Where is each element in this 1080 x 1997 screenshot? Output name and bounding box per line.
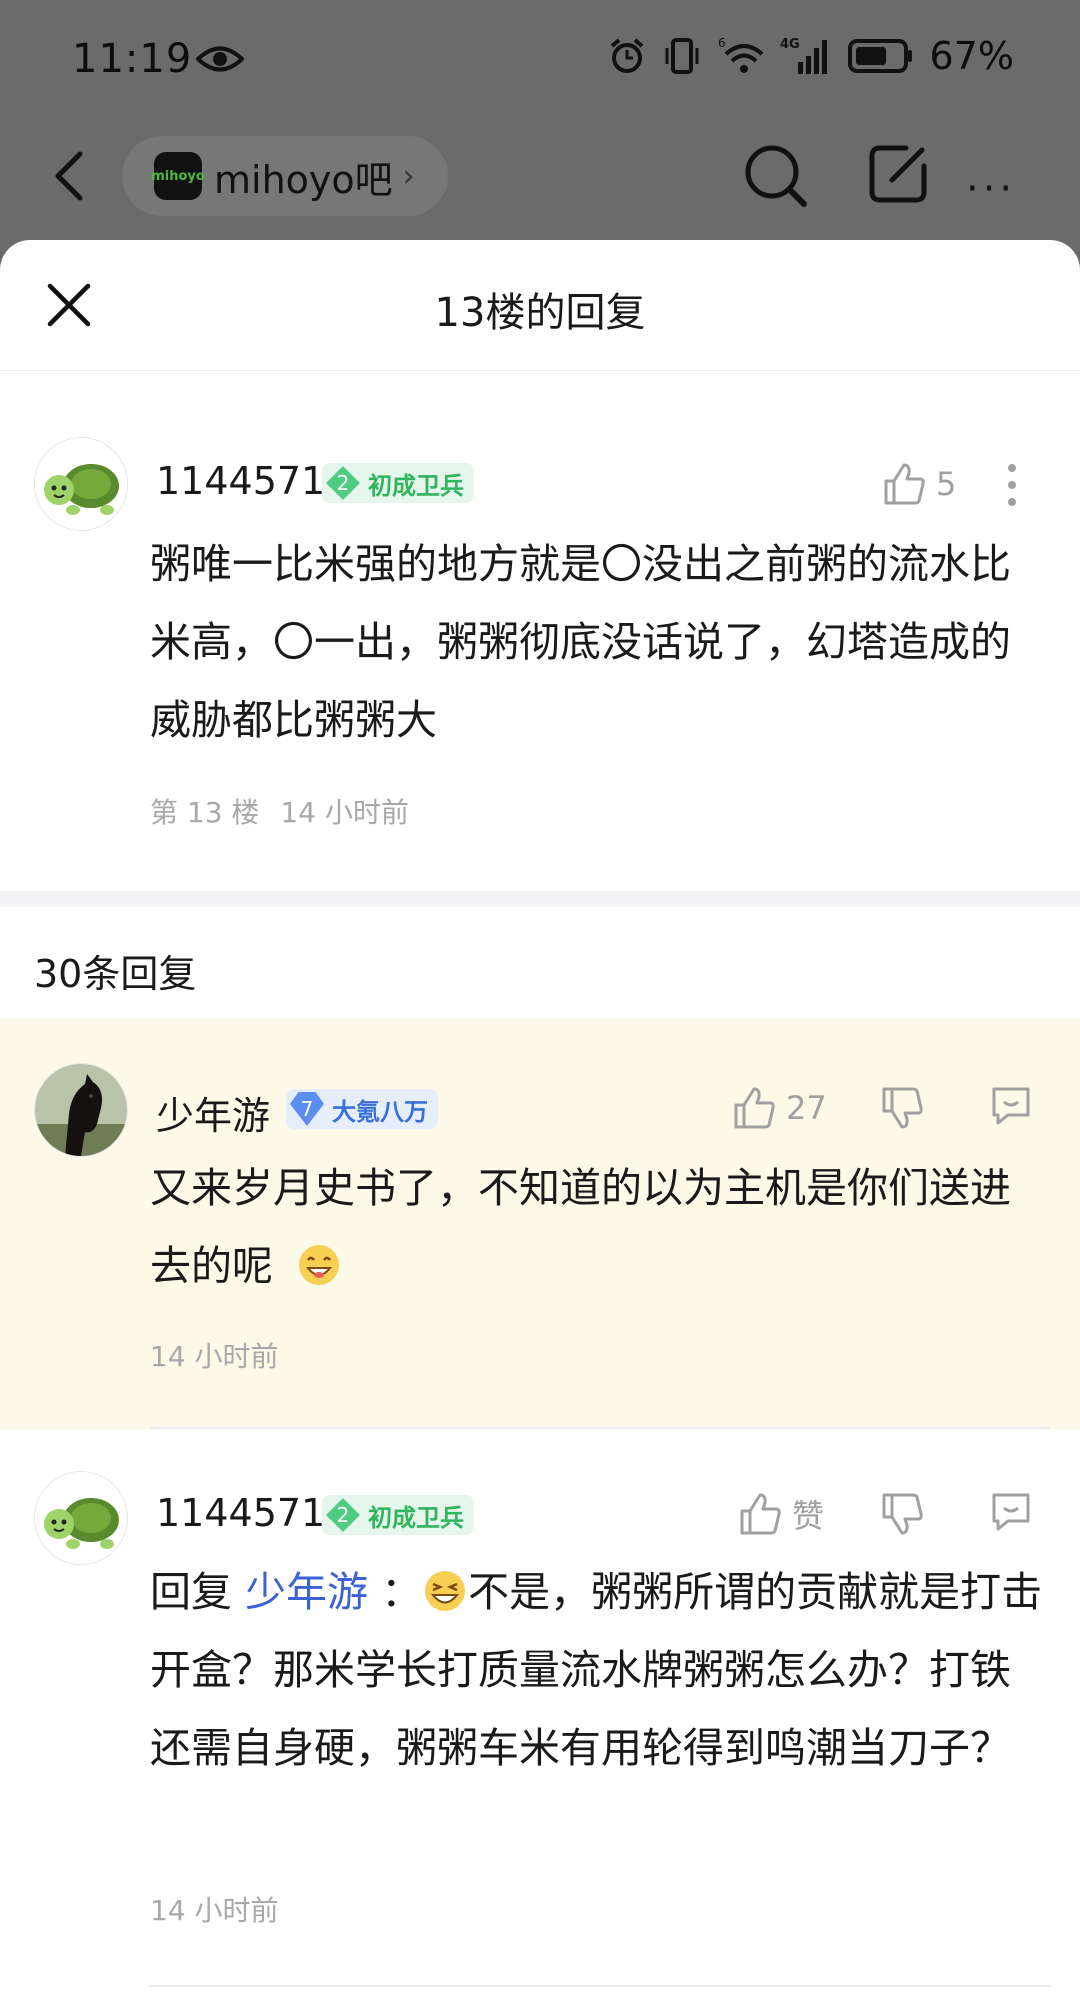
user-level-badge: 7 大氪八万: [286, 1089, 438, 1129]
turtle-avatar-icon: [35, 1472, 127, 1564]
thumbs-up-icon: [740, 1493, 781, 1535]
comment-time: 14 小时前: [280, 796, 409, 829]
thumbs-down-icon[interactable]: [880, 1491, 924, 1537]
reply-time: 14 小时前: [150, 1894, 279, 1927]
back-icon[interactable]: [42, 146, 102, 206]
badge-level: 7: [290, 1092, 324, 1126]
forum-link[interactable]: mihoyo mihoyo吧 ›: [122, 136, 448, 216]
avatar[interactable]: [34, 437, 128, 531]
eye-icon: [196, 46, 244, 72]
reply-colon: ：: [368, 1568, 423, 1616]
chevron-right-icon: ›: [402, 158, 415, 194]
thumbs-up-icon: [884, 463, 925, 505]
mention-link[interactable]: 少年游: [245, 1568, 368, 1616]
vibrate-icon: [665, 38, 699, 74]
main-comment: 1144571 2 初成卫兵 5 粥唯一比米强的地方就是〇没出之前粥的流水比米高…: [0, 371, 1080, 891]
thumbs-down-icon[interactable]: [880, 1085, 924, 1131]
comment-icon[interactable]: [988, 1083, 1034, 1129]
comment-username[interactable]: 1144571: [156, 459, 325, 503]
edit-icon[interactable]: [866, 142, 930, 206]
battery-percent: 67%: [929, 34, 1014, 78]
reply-prefix: 回复: [150, 1568, 246, 1616]
replies-sheet: 13楼的回复 1144571 2 初成卫兵 5 粥唯一比米强的地方就是〇没出之前…: [0, 240, 1080, 1997]
badge-title: 大氪八万: [332, 1097, 428, 1126]
more-icon[interactable]: ···: [966, 166, 1016, 212]
like-count: 27: [786, 1089, 827, 1127]
comment-icon[interactable]: [988, 1489, 1034, 1535]
alarm-icon: [610, 38, 643, 73]
sheet-title: 13楼的回复: [434, 290, 646, 336]
reply-count-row: 30条回复: [0, 907, 1080, 1019]
more-vertical-icon[interactable]: [1006, 463, 1018, 507]
top-nav: mihoyo mihoyo吧 › ···: [0, 126, 1080, 236]
reply-item: 1144571 2 初成卫兵 赞 回复 少年游 ： 不是，粥粥所谓的贡献就是打击…: [0, 1429, 1080, 1989]
like-button[interactable]: 5: [882, 461, 956, 507]
horse-avatar-icon: [35, 1064, 127, 1156]
reply-count: 30条回复: [34, 952, 197, 996]
sheet-header: 13楼的回复: [0, 240, 1080, 371]
reply-body: 又来岁月史书了，不知道的以为主机是你们送进去的呢: [150, 1164, 1011, 1290]
reply-text: 又来岁月史书了，不知道的以为主机是你们送进去的呢: [150, 1149, 1050, 1305]
signal-icon: 4G: [780, 37, 827, 74]
status-bar: 11:19 6 4G 67%: [0, 0, 1080, 120]
like-count: 5: [936, 465, 957, 503]
reply-text: 回复 少年游 ： 不是，粥粥所谓的贡献就是打击开盒？那米学长打质量流水牌粥粥怎么…: [150, 1553, 1050, 1787]
badge-level: 2: [326, 466, 360, 500]
like-label: 赞: [792, 1497, 825, 1535]
badge-level: 2: [326, 1498, 360, 1532]
user-level-badge: 2 初成卫兵: [322, 1495, 474, 1535]
reply-username[interactable]: 1144571: [156, 1491, 325, 1535]
status-time: 11:19: [72, 36, 193, 82]
badge-title: 初成卫兵: [368, 1503, 464, 1532]
turtle-avatar-icon: [35, 438, 127, 530]
forum-logo: mihoyo: [151, 152, 205, 200]
forum-name: mihoyo吧: [214, 157, 393, 202]
status-icons: 6 4G 67%: [608, 34, 1014, 78]
floor-number: 第 13 楼: [150, 796, 260, 829]
user-level-badge: 2 初成卫兵: [322, 463, 474, 503]
reply-separator: [150, 1985, 1050, 1987]
reply-username[interactable]: 少年游: [156, 1085, 270, 1140]
comment-meta: 第 13 楼 14 小时前: [150, 791, 409, 831]
avatar[interactable]: [34, 1063, 128, 1157]
grin-emoji: [299, 1245, 340, 1285]
section-divider: [0, 891, 1080, 907]
badge-title: 初成卫兵: [368, 471, 464, 500]
like-button[interactable]: 赞: [738, 1491, 824, 1537]
battery-icon: [847, 39, 912, 73]
signal-prefix: 6: [718, 36, 726, 50]
reply-time: 14 小时前: [150, 1340, 279, 1373]
wifi-icon: 6: [718, 36, 763, 73]
thumbs-up-icon: [734, 1087, 775, 1129]
laugh-emoji: [425, 1571, 466, 1611]
like-button[interactable]: 27: [732, 1085, 827, 1131]
search-icon[interactable]: [742, 142, 808, 212]
reply-item: 少年游 7 大氪八万 27 又来岁月史书了，不知道的以为主机是你们送进去的呢 1…: [0, 1019, 1080, 1429]
avatar[interactable]: [34, 1471, 128, 1565]
network-type: 4G: [780, 37, 800, 52]
comment-text: 粥唯一比米强的地方就是〇没出之前粥的流水比米高，〇一出，粥粥彻底没话说了，幻塔造…: [150, 540, 1011, 744]
